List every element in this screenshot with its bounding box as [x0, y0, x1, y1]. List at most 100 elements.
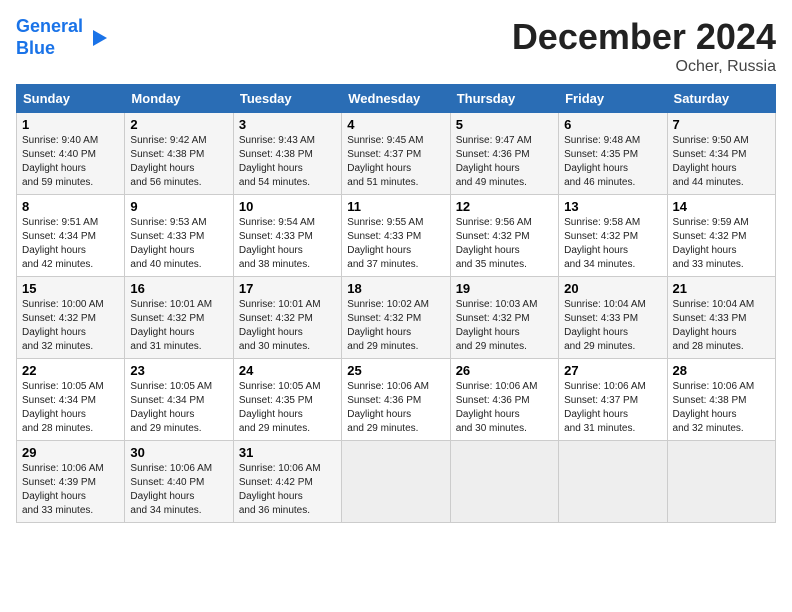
- calendar-cell: 3 Sunrise: 9:43 AMSunset: 4:38 PMDayligh…: [233, 113, 341, 195]
- day-detail: Sunrise: 10:00 AMSunset: 4:32 PMDaylight…: [22, 298, 119, 354]
- weekday-header-monday: Monday: [125, 85, 233, 113]
- day-number: 10: [239, 199, 336, 214]
- day-number: 16: [130, 281, 227, 296]
- day-number: 17: [239, 281, 336, 296]
- day-detail: Sunrise: 9:53 AMSunset: 4:33 PMDaylight …: [130, 216, 227, 272]
- day-number: 14: [673, 199, 770, 214]
- day-number: 8: [22, 199, 119, 214]
- day-detail: Sunrise: 9:40 AMSunset: 4:40 PMDaylight …: [22, 134, 119, 190]
- calendar-cell: 1 Sunrise: 9:40 AMSunset: 4:40 PMDayligh…: [17, 113, 125, 195]
- day-number: 31: [239, 445, 336, 460]
- logo-general: General: [16, 16, 83, 36]
- weekday-header-thursday: Thursday: [450, 85, 558, 113]
- day-number: 2: [130, 117, 227, 132]
- weekday-header-saturday: Saturday: [667, 85, 775, 113]
- day-detail: Sunrise: 9:58 AMSunset: 4:32 PMDaylight …: [564, 216, 661, 272]
- calendar-table: SundayMondayTuesdayWednesdayThursdayFrid…: [16, 84, 776, 523]
- calendar-week-3: 15 Sunrise: 10:00 AMSunset: 4:32 PMDayli…: [17, 277, 776, 359]
- day-number: 1: [22, 117, 119, 132]
- day-number: 22: [22, 363, 119, 378]
- day-detail: Sunrise: 10:06 AMSunset: 4:36 PMDaylight…: [456, 380, 553, 436]
- calendar-cell: [667, 441, 775, 523]
- weekday-header-friday: Friday: [559, 85, 667, 113]
- day-number: 29: [22, 445, 119, 460]
- calendar-cell: 5 Sunrise: 9:47 AMSunset: 4:36 PMDayligh…: [450, 113, 558, 195]
- calendar-cell: 15 Sunrise: 10:00 AMSunset: 4:32 PMDayli…: [17, 277, 125, 359]
- calendar-cell: 17 Sunrise: 10:01 AMSunset: 4:32 PMDayli…: [233, 277, 341, 359]
- calendar-week-1: 1 Sunrise: 9:40 AMSunset: 4:40 PMDayligh…: [17, 113, 776, 195]
- day-detail: Sunrise: 9:47 AMSunset: 4:36 PMDaylight …: [456, 134, 553, 190]
- day-detail: Sunrise: 10:06 AMSunset: 4:40 PMDaylight…: [130, 462, 227, 518]
- day-number: 20: [564, 281, 661, 296]
- day-number: 12: [456, 199, 553, 214]
- day-number: 21: [673, 281, 770, 296]
- calendar-cell: [342, 441, 450, 523]
- day-detail: Sunrise: 10:06 AMSunset: 4:36 PMDaylight…: [347, 380, 444, 436]
- day-number: 19: [456, 281, 553, 296]
- calendar-cell: 7 Sunrise: 9:50 AMSunset: 4:34 PMDayligh…: [667, 113, 775, 195]
- day-detail: Sunrise: 10:02 AMSunset: 4:32 PMDaylight…: [347, 298, 444, 354]
- day-number: 5: [456, 117, 553, 132]
- day-detail: Sunrise: 9:45 AMSunset: 4:37 PMDaylight …: [347, 134, 444, 190]
- calendar-cell: 30 Sunrise: 10:06 AMSunset: 4:40 PMDayli…: [125, 441, 233, 523]
- calendar-cell: 22 Sunrise: 10:05 AMSunset: 4:34 PMDayli…: [17, 359, 125, 441]
- calendar-cell: 12 Sunrise: 9:56 AMSunset: 4:32 PMDaylig…: [450, 195, 558, 277]
- calendar-week-4: 22 Sunrise: 10:05 AMSunset: 4:34 PMDayli…: [17, 359, 776, 441]
- weekday-header-wednesday: Wednesday: [342, 85, 450, 113]
- day-detail: Sunrise: 10:06 AMSunset: 4:42 PMDaylight…: [239, 462, 336, 518]
- calendar-cell: 10 Sunrise: 9:54 AMSunset: 4:33 PMDaylig…: [233, 195, 341, 277]
- day-detail: Sunrise: 10:05 AMSunset: 4:34 PMDaylight…: [22, 380, 119, 436]
- calendar-cell: 26 Sunrise: 10:06 AMSunset: 4:36 PMDayli…: [450, 359, 558, 441]
- day-detail: Sunrise: 10:06 AMSunset: 4:39 PMDaylight…: [22, 462, 119, 518]
- day-number: 24: [239, 363, 336, 378]
- weekday-header-tuesday: Tuesday: [233, 85, 341, 113]
- calendar-cell: 14 Sunrise: 9:59 AMSunset: 4:32 PMDaylig…: [667, 195, 775, 277]
- calendar-cell: 4 Sunrise: 9:45 AMSunset: 4:37 PMDayligh…: [342, 113, 450, 195]
- day-detail: Sunrise: 9:56 AMSunset: 4:32 PMDaylight …: [456, 216, 553, 272]
- calendar-cell: 23 Sunrise: 10:05 AMSunset: 4:34 PMDayli…: [125, 359, 233, 441]
- day-detail: Sunrise: 10:05 AMSunset: 4:35 PMDaylight…: [239, 380, 336, 436]
- calendar-cell: 18 Sunrise: 10:02 AMSunset: 4:32 PMDayli…: [342, 277, 450, 359]
- day-detail: Sunrise: 9:51 AMSunset: 4:34 PMDaylight …: [22, 216, 119, 272]
- calendar-cell: 25 Sunrise: 10:06 AMSunset: 4:36 PMDayli…: [342, 359, 450, 441]
- calendar-cell: 28 Sunrise: 10:06 AMSunset: 4:38 PMDayli…: [667, 359, 775, 441]
- calendar-cell: 9 Sunrise: 9:53 AMSunset: 4:33 PMDayligh…: [125, 195, 233, 277]
- logo-blue: Blue: [16, 38, 55, 58]
- day-detail: Sunrise: 10:05 AMSunset: 4:34 PMDaylight…: [130, 380, 227, 436]
- day-detail: Sunrise: 10:01 AMSunset: 4:32 PMDaylight…: [239, 298, 336, 354]
- logo-text: General Blue: [16, 16, 83, 59]
- calendar-cell: [559, 441, 667, 523]
- weekday-header-sunday: Sunday: [17, 85, 125, 113]
- day-number: 23: [130, 363, 227, 378]
- calendar-cell: 16 Sunrise: 10:01 AMSunset: 4:32 PMDayli…: [125, 277, 233, 359]
- day-number: 9: [130, 199, 227, 214]
- day-detail: Sunrise: 9:54 AMSunset: 4:33 PMDaylight …: [239, 216, 336, 272]
- day-number: 13: [564, 199, 661, 214]
- day-detail: Sunrise: 9:48 AMSunset: 4:35 PMDaylight …: [564, 134, 661, 190]
- header: General Blue December 2024 Ocher, Russia: [16, 16, 776, 76]
- day-number: 7: [673, 117, 770, 132]
- calendar-cell: 21 Sunrise: 10:04 AMSunset: 4:33 PMDayli…: [667, 277, 775, 359]
- day-detail: Sunrise: 10:01 AMSunset: 4:32 PMDaylight…: [130, 298, 227, 354]
- calendar-cell: 6 Sunrise: 9:48 AMSunset: 4:35 PMDayligh…: [559, 113, 667, 195]
- calendar-cell: 20 Sunrise: 10:04 AMSunset: 4:33 PMDayli…: [559, 277, 667, 359]
- day-detail: Sunrise: 10:06 AMSunset: 4:37 PMDaylight…: [564, 380, 661, 436]
- day-detail: Sunrise: 10:04 AMSunset: 4:33 PMDaylight…: [673, 298, 770, 354]
- day-number: 11: [347, 199, 444, 214]
- calendar-week-2: 8 Sunrise: 9:51 AMSunset: 4:34 PMDayligh…: [17, 195, 776, 277]
- day-number: 27: [564, 363, 661, 378]
- calendar-cell: 19 Sunrise: 10:03 AMSunset: 4:32 PMDayli…: [450, 277, 558, 359]
- day-detail: Sunrise: 10:06 AMSunset: 4:38 PMDaylight…: [673, 380, 770, 436]
- calendar-cell: [450, 441, 558, 523]
- calendar-cell: 2 Sunrise: 9:42 AMSunset: 4:38 PMDayligh…: [125, 113, 233, 195]
- logo: General Blue: [16, 16, 109, 59]
- calendar-cell: 11 Sunrise: 9:55 AMSunset: 4:33 PMDaylig…: [342, 195, 450, 277]
- logo-icon: [87, 27, 109, 49]
- calendar-cell: 27 Sunrise: 10:06 AMSunset: 4:37 PMDayli…: [559, 359, 667, 441]
- day-number: 6: [564, 117, 661, 132]
- day-detail: Sunrise: 9:59 AMSunset: 4:32 PMDaylight …: [673, 216, 770, 272]
- day-detail: Sunrise: 9:43 AMSunset: 4:38 PMDaylight …: [239, 134, 336, 190]
- day-number: 25: [347, 363, 444, 378]
- day-number: 30: [130, 445, 227, 460]
- day-number: 28: [673, 363, 770, 378]
